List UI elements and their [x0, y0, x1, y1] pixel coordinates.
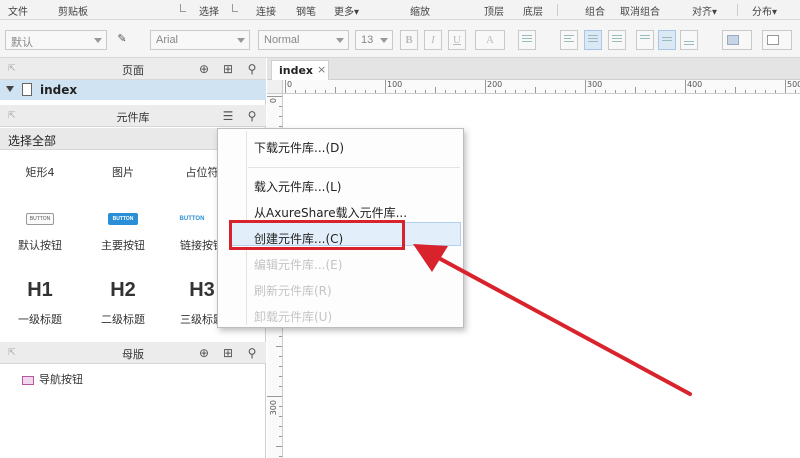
arrow-shaft — [433, 254, 692, 396]
annotation-arrow — [413, 244, 692, 396]
